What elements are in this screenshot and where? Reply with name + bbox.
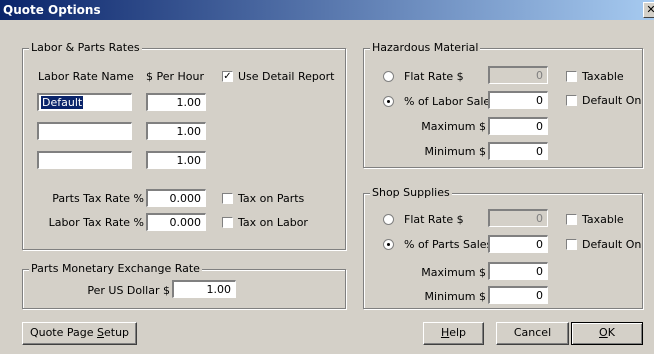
shop-flat-rate-input[interactable]: 0 — [488, 209, 548, 227]
help-button[interactable]: Help — [423, 322, 484, 345]
window-title: Quote Options — [3, 3, 101, 17]
hazardous-labor-sales-radio[interactable] — [383, 96, 394, 107]
hazardous-flat-rate-input[interactable]: 0 — [488, 66, 548, 84]
ok-accel: O — [599, 326, 608, 339]
exchange-rate-legend: Parts Monetary Exchange Rate — [29, 262, 202, 275]
hazardous-labor-sales-label: % of Labor Sales — [404, 95, 496, 108]
help-accel: H — [440, 326, 450, 339]
hazardous-default-on-label: Default On — [582, 94, 642, 107]
quote-page-setup-accel: S — [97, 326, 104, 339]
per-us-dollar-label: Per US Dollar $ — [87, 284, 170, 297]
parts-tax-rate-label: Parts Tax Rate % — [52, 192, 144, 205]
shop-flat-rate-radio[interactable] — [383, 214, 394, 225]
tax-on-labor-label: Tax on Labor — [238, 216, 308, 229]
labor-tax-rate-input[interactable]: 0.000 — [146, 213, 206, 231]
ok-label-post: K — [607, 326, 615, 339]
hazardous-labor-sales-input[interactable]: 0 — [488, 91, 548, 109]
quote-page-setup-label-post: etup — [104, 326, 130, 339]
shop-taxable-checkbox[interactable] — [566, 214, 577, 225]
hazardous-minimum-label: Minimum $ — [424, 145, 486, 158]
help-label-post: elp — [449, 326, 467, 339]
labor-parts-legend: Labor & Parts Rates — [29, 41, 142, 54]
per-hour-header: $ Per Hour — [146, 70, 205, 83]
quote-page-setup-button[interactable]: Quote Page Setup — [22, 322, 137, 345]
title-bar: Quote Options — [0, 0, 654, 20]
labor-rate-name-value-1: Default — [41, 96, 84, 109]
hazardous-material-legend: Hazardous Material — [370, 41, 481, 54]
labor-rate-name-input-3[interactable] — [37, 151, 132, 169]
quote-page-setup-label-pre: Quote Page — [29, 326, 98, 339]
labor-rate-name-input-2[interactable] — [37, 122, 132, 140]
labor-tax-rate-label: Labor Tax Rate % — [48, 216, 144, 229]
hazardous-maximum-label: Maximum $ — [421, 120, 486, 133]
shop-parts-sales-input[interactable]: 0 — [488, 235, 548, 253]
shop-maximum-label: Maximum $ — [421, 266, 486, 279]
use-detail-report-label: Use Detail Report — [238, 70, 335, 83]
labor-rate-value-input-2[interactable]: 1.00 — [146, 122, 206, 140]
shop-taxable-label: Taxable — [582, 213, 624, 226]
labor-rate-value-input-3[interactable]: 1.00 — [146, 151, 206, 169]
hazardous-taxable-checkbox[interactable] — [566, 71, 577, 82]
parts-tax-rate-input[interactable]: 0.000 — [146, 189, 206, 207]
use-detail-report-checkbox[interactable]: ✓ — [222, 71, 233, 82]
hazardous-flat-rate-radio[interactable] — [383, 71, 394, 82]
labor-rate-name-header: Labor Rate Name — [38, 70, 134, 83]
shop-default-on-checkbox[interactable] — [566, 239, 577, 250]
labor-rate-name-input-1[interactable]: Default — [37, 93, 132, 111]
per-us-dollar-input[interactable]: 1.00 — [172, 280, 236, 298]
tax-on-parts-checkbox[interactable] — [222, 193, 233, 204]
shop-maximum-input[interactable]: 0 — [488, 262, 548, 280]
cancel-button[interactable]: Cancel — [496, 322, 569, 345]
hazardous-default-on-checkbox[interactable] — [566, 95, 577, 106]
shop-parts-sales-radio[interactable] — [383, 239, 394, 250]
labor-rate-value-input-1[interactable]: 1.00 — [146, 93, 206, 111]
shop-supplies-legend: Shop Supplies — [370, 186, 452, 199]
shop-default-on-label: Default On — [582, 238, 642, 251]
shop-flat-rate-label: Flat Rate $ — [404, 213, 464, 226]
close-icon[interactable]: ✕ — [643, 2, 654, 18]
tax-on-parts-label: Tax on Parts — [238, 192, 305, 205]
shop-minimum-label: Minimum $ — [424, 290, 486, 303]
hazardous-maximum-input[interactable]: 0 — [488, 117, 548, 135]
hazardous-taxable-label: Taxable — [582, 70, 624, 83]
ok-button[interactable]: OK — [571, 322, 643, 345]
hazardous-minimum-input[interactable]: 0 — [488, 142, 548, 160]
hazardous-flat-rate-label: Flat Rate $ — [404, 70, 464, 83]
shop-minimum-input[interactable]: 0 — [488, 286, 548, 304]
tax-on-labor-checkbox[interactable] — [222, 217, 233, 228]
quote-options-dialog: Quote Options ✕ Labor & Parts Rates Labo… — [0, 0, 654, 354]
shop-parts-sales-label: % of Parts Sales — [404, 238, 493, 251]
